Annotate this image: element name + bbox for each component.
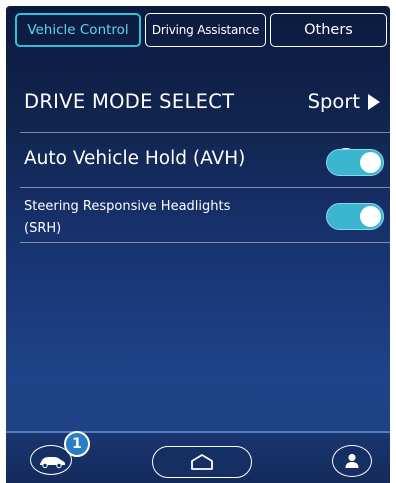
home-icon	[191, 454, 213, 470]
srh-label: Steering Responsive Headlights (SRH)	[24, 196, 230, 240]
drive-mode-row[interactable]: DRIVE MODE SELECT Sport	[20, 86, 390, 126]
tab-vehicle-control[interactable]: Vehicle Control	[15, 13, 141, 47]
avh-toggle[interactable]	[326, 149, 384, 176]
toggle-knob	[360, 206, 381, 227]
bottom-navigation-bar	[6, 431, 390, 483]
tab-bar: Vehicle Control Driving Assistance Other…	[9, 13, 387, 49]
divider	[20, 242, 390, 243]
drive-mode-value: Sport	[307, 90, 360, 113]
tab-driving-assistance[interactable]: Driving Assistance	[145, 13, 266, 47]
vehicle-settings-screen: Vehicle Control Driving Assistance Other…	[6, 6, 390, 483]
profile-button[interactable]	[332, 445, 372, 477]
avh-row: Auto Vehicle Hold (AVH) 2	[20, 136, 390, 186]
user-icon	[345, 453, 359, 468]
drive-mode-label: DRIVE MODE SELECT	[24, 90, 235, 113]
callout-badge-1: 1	[64, 431, 90, 457]
home-button[interactable]	[152, 446, 252, 478]
toggle-knob	[360, 152, 381, 173]
avh-label: Auto Vehicle Hold (AVH)	[24, 148, 246, 169]
tab-others[interactable]: Others	[270, 13, 387, 47]
divider	[20, 132, 390, 133]
play-arrow-icon	[368, 93, 380, 110]
divider	[20, 187, 390, 188]
srh-label-line2: (SRH)	[24, 221, 62, 236]
srh-row: Steering Responsive Headlights (SRH)	[20, 192, 390, 242]
srh-toggle[interactable]	[326, 203, 384, 230]
drive-mode-value-group[interactable]: Sport	[308, 90, 380, 113]
srh-label-line1: Steering Responsive Headlights	[24, 199, 231, 214]
